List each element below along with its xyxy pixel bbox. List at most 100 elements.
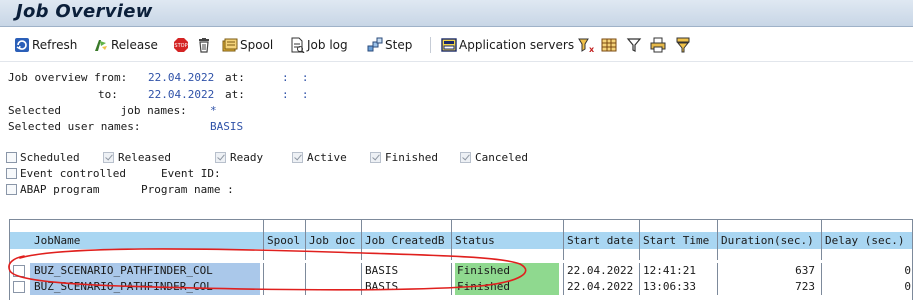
- finished-checkbox[interactable]: [370, 152, 381, 163]
- job-log-label: Job log: [307, 38, 348, 52]
- selected-job-names-value: *: [210, 104, 217, 117]
- refresh-label: Refresh: [32, 38, 78, 52]
- abap-program-checkbox[interactable]: [6, 184, 17, 195]
- status-cell: Finished: [452, 263, 564, 279]
- duration-cell: 637: [718, 263, 822, 279]
- column-header-job-created-by[interactable]: Job CreatedB: [362, 220, 452, 260]
- print-icon: [650, 37, 666, 53]
- application-toolbar: Refresh Release STOP Spool Job log Step: [0, 28, 913, 62]
- to-date-value: 22.04.2022: [148, 88, 215, 101]
- refresh-button[interactable]: Refresh: [14, 36, 77, 54]
- canceled-checkbox[interactable]: [460, 152, 471, 163]
- step-label: Step: [385, 38, 413, 52]
- duration-value: 637: [795, 264, 815, 277]
- ready-label: Ready: [230, 151, 264, 164]
- column-header-start-date[interactable]: Start date: [564, 220, 640, 260]
- duration-value: 723: [795, 280, 815, 293]
- event-id-label: Event ID:: [161, 167, 221, 180]
- spool-label: Spool: [240, 38, 274, 52]
- job-log-icon: [289, 37, 305, 54]
- spool-icon: [222, 37, 238, 53]
- to-label: to:: [98, 88, 118, 101]
- release-button[interactable]: Release: [93, 36, 158, 54]
- grid-button[interactable]: [601, 36, 617, 54]
- print-button[interactable]: [650, 36, 666, 54]
- start-time-cell: 13:06:33: [640, 279, 718, 295]
- column-header-spool[interactable]: Spool: [264, 220, 306, 260]
- job-overview-from-label: Job overview from:: [8, 71, 128, 84]
- job-doc-cell[interactable]: [306, 279, 362, 295]
- filter-button[interactable]: [626, 36, 642, 54]
- created-by-cell: BASIS: [362, 263, 452, 279]
- scheduled-label: Scheduled: [20, 151, 80, 164]
- filter-a-button[interactable]: x: [578, 36, 595, 54]
- application-servers-label: Application servers: [459, 38, 575, 52]
- created-by-cell: BASIS: [362, 279, 452, 295]
- stop-button[interactable]: STOP: [173, 36, 189, 54]
- duration-cell: 723: [718, 279, 822, 295]
- from-date-value: 22.04.2022: [148, 71, 215, 84]
- stop-icon: STOP: [173, 37, 189, 53]
- ready-checkbox[interactable]: [215, 152, 226, 163]
- status-finished-badge: Finished: [455, 263, 559, 279]
- selected-job-names-label: Selected job names:: [8, 104, 187, 117]
- column-header-job-doc[interactable]: Job doc: [306, 220, 362, 260]
- selected-user-names-label: Selected user names:: [8, 120, 141, 133]
- refresh-icon: [14, 37, 30, 53]
- grid-icon: [601, 37, 617, 53]
- table-row[interactable]: BUZ_SCENARIO_PATHFINDER_COL BASIS Finish…: [10, 263, 912, 279]
- delay-cell: 0: [822, 279, 912, 295]
- step-icon: [367, 37, 383, 53]
- sort-button[interactable]: [675, 36, 691, 54]
- spool-cell[interactable]: [264, 263, 306, 279]
- toolbar-separator: [430, 37, 431, 53]
- row-select-checkbox[interactable]: [13, 265, 25, 277]
- released-label: Released: [118, 151, 171, 164]
- jobname-cell[interactable]: BUZ_SCENARIO_PATHFINDER_COL: [10, 263, 264, 279]
- spool-cell[interactable]: [264, 279, 306, 295]
- title-bar: Job Overview: [0, 0, 913, 27]
- spool-button[interactable]: Spool: [222, 36, 273, 54]
- active-label: Active: [307, 151, 347, 164]
- start-time-cell: 12:41:21: [640, 263, 718, 279]
- row-select-checkbox[interactable]: [13, 281, 25, 293]
- to-at-label: at:: [225, 88, 245, 101]
- finished-label: Finished: [385, 151, 438, 164]
- from-time-value: : :: [282, 71, 309, 84]
- to-time-value: : :: [282, 88, 309, 101]
- table-header-row: JobName Spool Job doc Job CreatedB Statu…: [10, 220, 912, 260]
- delete-icon: [196, 37, 212, 53]
- release-icon: [93, 37, 109, 53]
- column-header-status[interactable]: Status: [452, 220, 564, 260]
- table-row[interactable]: BUZ_SCENARIO_PATHFINDER_COL BASIS Finish…: [10, 279, 912, 295]
- delay-value: 0: [904, 280, 911, 293]
- abap-program-label: ABAP program: [20, 183, 100, 196]
- job-doc-cell[interactable]: [306, 263, 362, 279]
- page-title: Job Overview: [16, 1, 153, 22]
- from-at-label: at:: [225, 71, 245, 84]
- job-overview-table: JobName Spool Job doc Job CreatedB Statu…: [9, 219, 913, 300]
- column-header-duration[interactable]: Duration(sec.): [718, 220, 822, 260]
- release-label: Release: [111, 38, 158, 52]
- column-header-jobname[interactable]: JobName: [10, 220, 264, 260]
- column-header-delay[interactable]: Delay (sec.): [822, 220, 912, 260]
- jobname-value: BUZ_SCENARIO_PATHFINDER_COL: [30, 263, 260, 279]
- application-servers-button[interactable]: Application servers: [441, 36, 574, 54]
- status-finished-badge: Finished: [455, 279, 559, 295]
- filter-a-icon: x: [578, 37, 595, 54]
- scheduled-checkbox[interactable]: [6, 152, 17, 163]
- start-date-cell: 22.04.2022: [564, 279, 640, 295]
- event-controlled-label: Event controlled: [20, 167, 126, 180]
- application-servers-icon: [441, 37, 457, 53]
- canceled-label: Canceled: [475, 151, 528, 164]
- step-button[interactable]: Step: [367, 36, 412, 54]
- delete-button[interactable]: [196, 36, 212, 54]
- active-checkbox[interactable]: [292, 152, 303, 163]
- filter-icon: [626, 37, 642, 53]
- released-checkbox[interactable]: [103, 152, 114, 163]
- event-controlled-checkbox[interactable]: [6, 168, 17, 179]
- job-log-button[interactable]: Job log: [289, 36, 348, 54]
- jobname-cell[interactable]: BUZ_SCENARIO_PATHFINDER_COL: [10, 279, 264, 295]
- column-header-start-time[interactable]: Start Time: [640, 220, 718, 260]
- selected-user-names-value: BASIS: [210, 120, 244, 133]
